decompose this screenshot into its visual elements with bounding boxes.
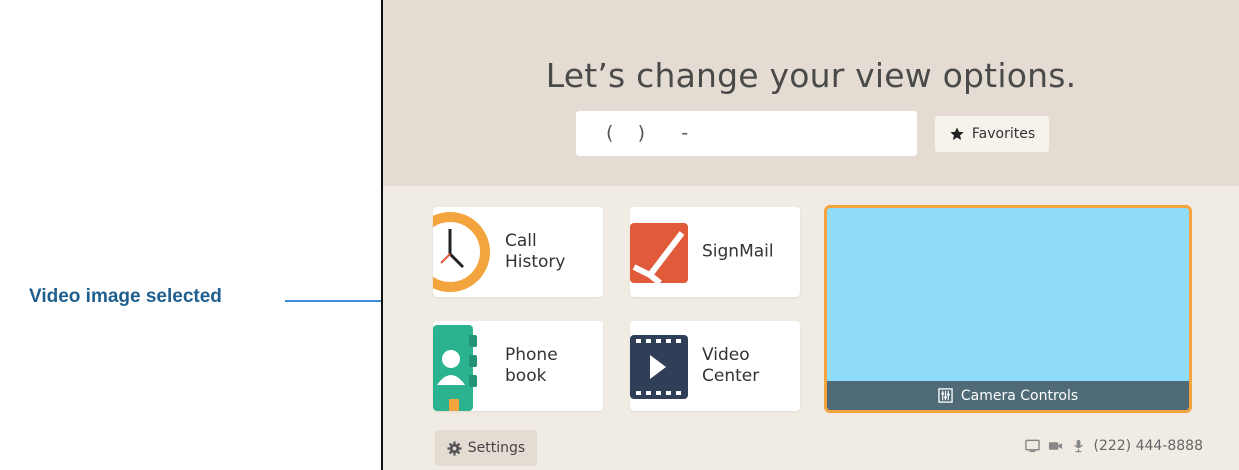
gear-icon — [447, 440, 462, 456]
tile-label-line1: Phone — [505, 345, 558, 365]
clock-icon — [433, 212, 490, 292]
star-icon — [950, 127, 964, 140]
settings-label: Settings — [467, 440, 526, 456]
page-title: Let’s change your view options. — [545, 56, 1077, 95]
tile-label-line1: Call — [505, 231, 537, 251]
phonebook-tile[interactable]: Phone book — [433, 321, 603, 411]
call-history-tile[interactable]: Call History — [433, 207, 603, 297]
dial-input[interactable]: ( ) - — [576, 111, 917, 156]
status-area: (222) 444-8888 — [1024, 438, 1204, 454]
sliders-icon — [938, 388, 953, 403]
film-icon — [630, 335, 688, 399]
tile-label-line2: History — [505, 252, 566, 272]
tile-label-line1: Video — [702, 345, 750, 365]
phone-number: (222) 444-8888 — [1093, 438, 1204, 454]
signmail-tile[interactable]: SignMail — [630, 207, 800, 297]
tile-label-line1: SignMail — [702, 241, 774, 262]
device-screen: Let’s change your view options. ( ) - Fa… — [381, 0, 1239, 470]
signmail-icon — [630, 223, 688, 286]
favorites-button[interactable]: Favorites — [935, 116, 1049, 152]
video-center-tile[interactable]: Video Center — [630, 321, 800, 411]
camera-controls-label: Camera Controls — [960, 387, 1079, 404]
header: Let’s change your view options. ( ) - Fa… — [383, 0, 1239, 186]
phonebook-icon — [433, 325, 477, 411]
video-preview[interactable]: Camera Controls — [824, 205, 1192, 413]
screen-icon — [1024, 439, 1040, 453]
camera-icon — [1048, 442, 1062, 450]
microphone-icon — [1073, 439, 1083, 453]
tile-label-line2: Center — [702, 366, 760, 386]
favorites-label: Favorites — [971, 126, 1036, 142]
camera-controls-button[interactable]: Camera Controls — [827, 381, 1189, 410]
settings-button[interactable]: Settings — [435, 430, 537, 466]
tile-label-line2: book — [505, 366, 547, 386]
